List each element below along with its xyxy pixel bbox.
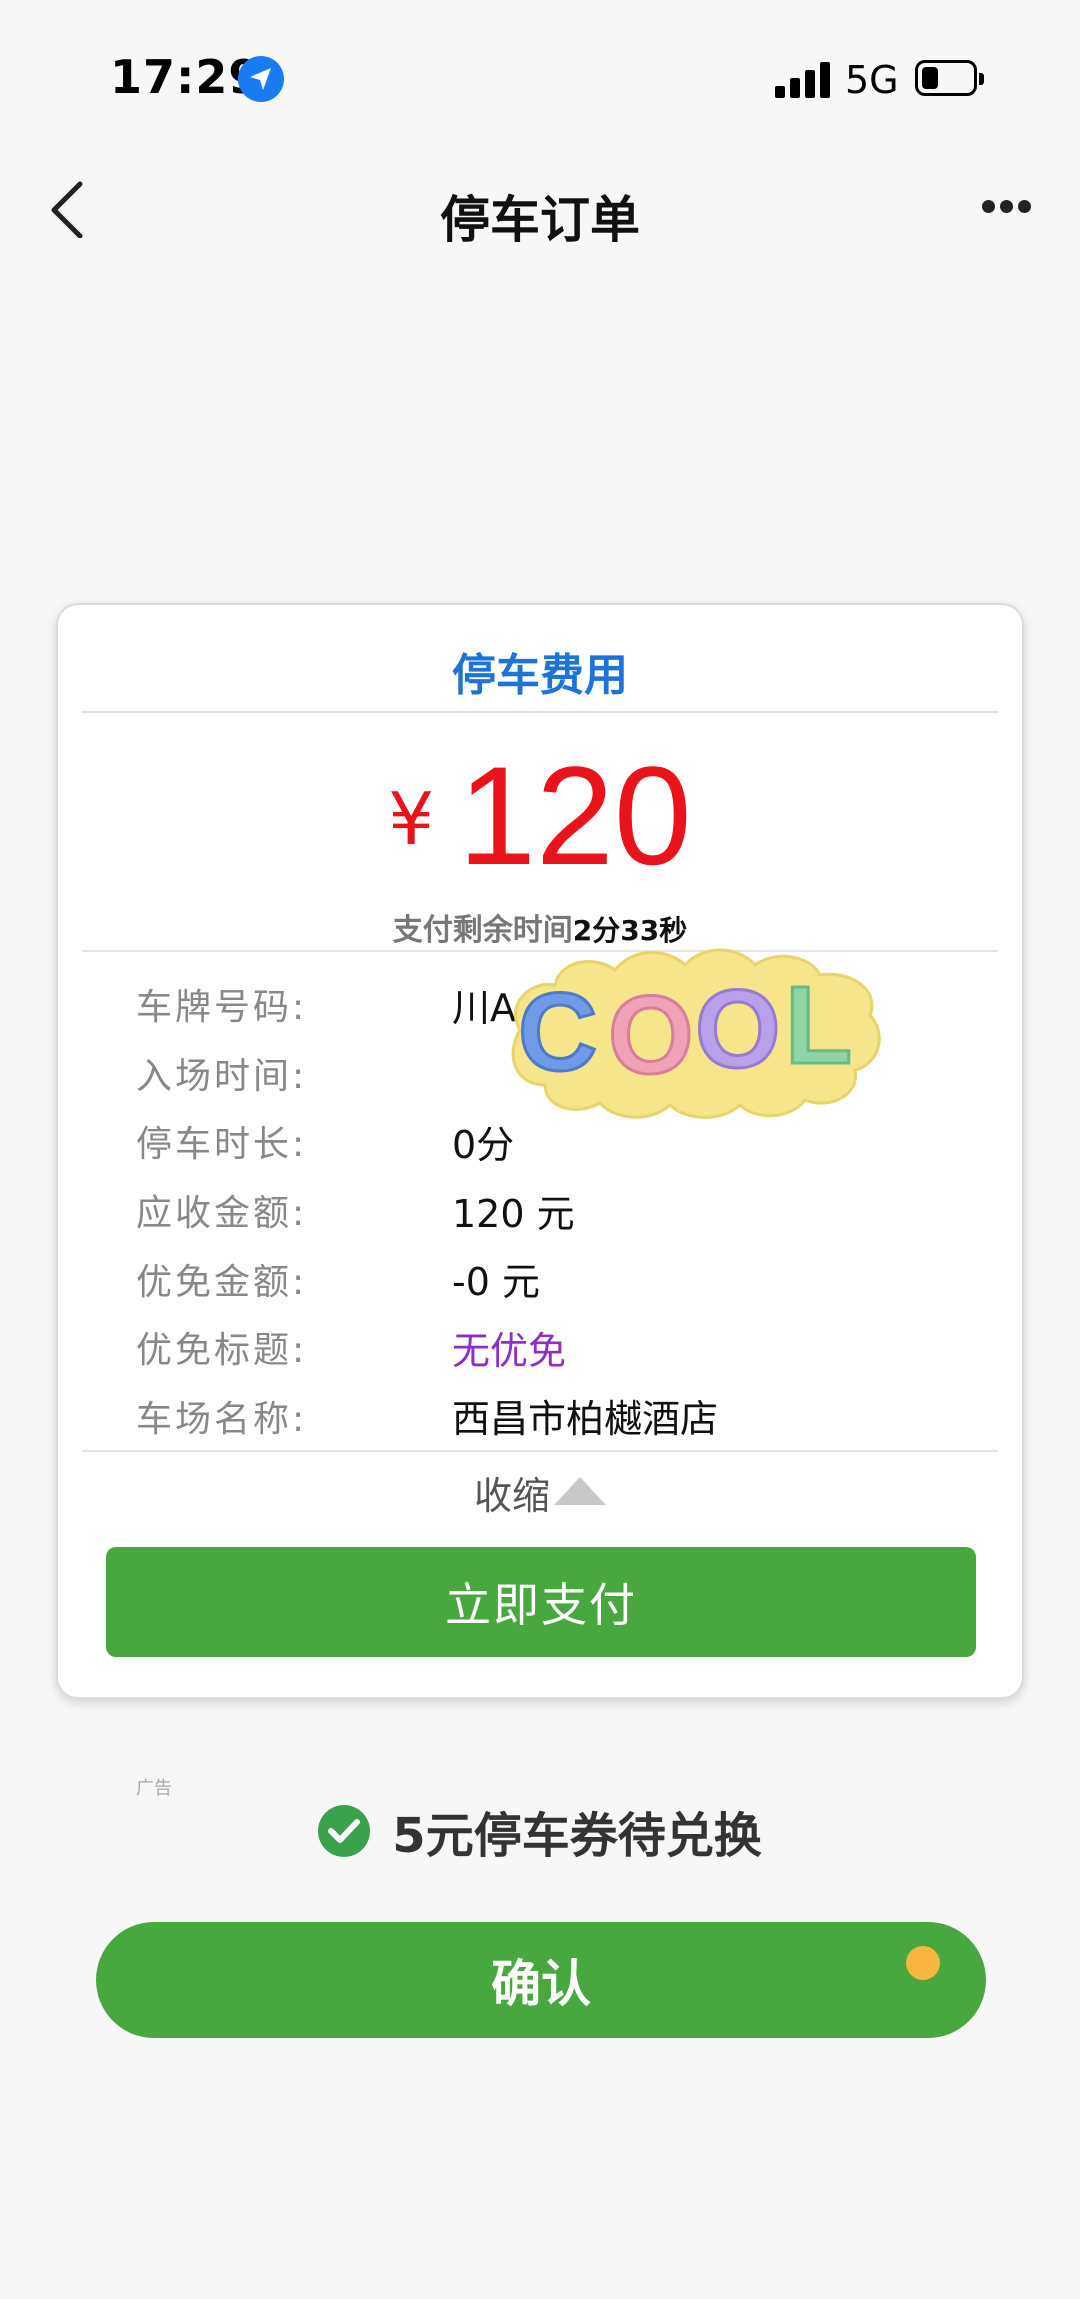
nav-bar: 停车订单	[0, 150, 1080, 270]
network-type: 5G	[845, 58, 899, 102]
confirm-label: 确认	[491, 1955, 591, 2013]
info-value: 无优免	[452, 1328, 567, 1373]
location-arrow-icon	[238, 56, 284, 102]
info-label: 车牌号码:	[136, 987, 308, 1029]
info-value: 120 元	[452, 1191, 575, 1236]
voucher-text: 5元停车券待兑换	[392, 1808, 762, 1864]
collapse-toggle[interactable]: 收缩	[58, 1465, 1022, 1520]
confirm-button[interactable]: 确认	[96, 1922, 986, 2038]
page-title: 停车订单	[440, 191, 640, 249]
voucher-banner[interactable]: 5元停车券待兑换	[0, 1796, 1080, 1866]
amount-value: 120	[458, 737, 692, 894]
sticker-letter: C	[518, 971, 597, 1094]
info-label: 停车时长:	[136, 1124, 308, 1166]
info-value: 西昌市柏樾酒店	[452, 1397, 719, 1442]
divider	[82, 1450, 998, 1452]
info-label: 车场名称:	[136, 1398, 308, 1440]
sticker-letter: O	[608, 974, 694, 1097]
info-label: 优免标题:	[136, 1330, 308, 1372]
info-row-discount-amount: 优免金额: -0 元	[136, 1244, 966, 1313]
currency-symbol: ¥	[388, 777, 435, 861]
info-label: 应收金额:	[136, 1193, 308, 1235]
signal-bars-icon	[775, 62, 831, 98]
collapse-label: 收缩	[473, 1474, 550, 1518]
info-label: 入场时间:	[136, 1055, 308, 1097]
sticker-letter: L	[785, 964, 852, 1087]
info-value: -0 元	[452, 1260, 540, 1305]
info-row-discount-title: 优免标题: 无优免	[136, 1313, 966, 1382]
parking-fee-card: 停车费用 ¥120 支付剩余时间2分33秒 车牌号码: 川A 入场时间: 停车时…	[56, 603, 1024, 1699]
divider	[82, 711, 998, 713]
status-bar: 17:29 5G	[0, 0, 1080, 150]
info-label: 优免金额:	[136, 1261, 308, 1303]
card-title: 停车费用	[452, 650, 628, 701]
pay-now-button[interactable]: 立即支付	[106, 1547, 976, 1657]
notification-dot	[906, 1946, 940, 1980]
check-circle-icon	[318, 1805, 371, 1857]
battery-icon	[915, 60, 984, 96]
info-row-lot-name: 车场名称: 西昌市柏樾酒店	[136, 1382, 966, 1451]
cool-sticker: C O O L	[511, 948, 881, 1119]
more-dots-icon[interactable]	[982, 200, 1032, 216]
amount-display: ¥120	[58, 735, 1022, 897]
info-row-amount-due: 应收金额: 120 元	[136, 1176, 966, 1245]
triangle-up-icon	[554, 1477, 606, 1505]
sticker-letter: O	[695, 968, 781, 1091]
